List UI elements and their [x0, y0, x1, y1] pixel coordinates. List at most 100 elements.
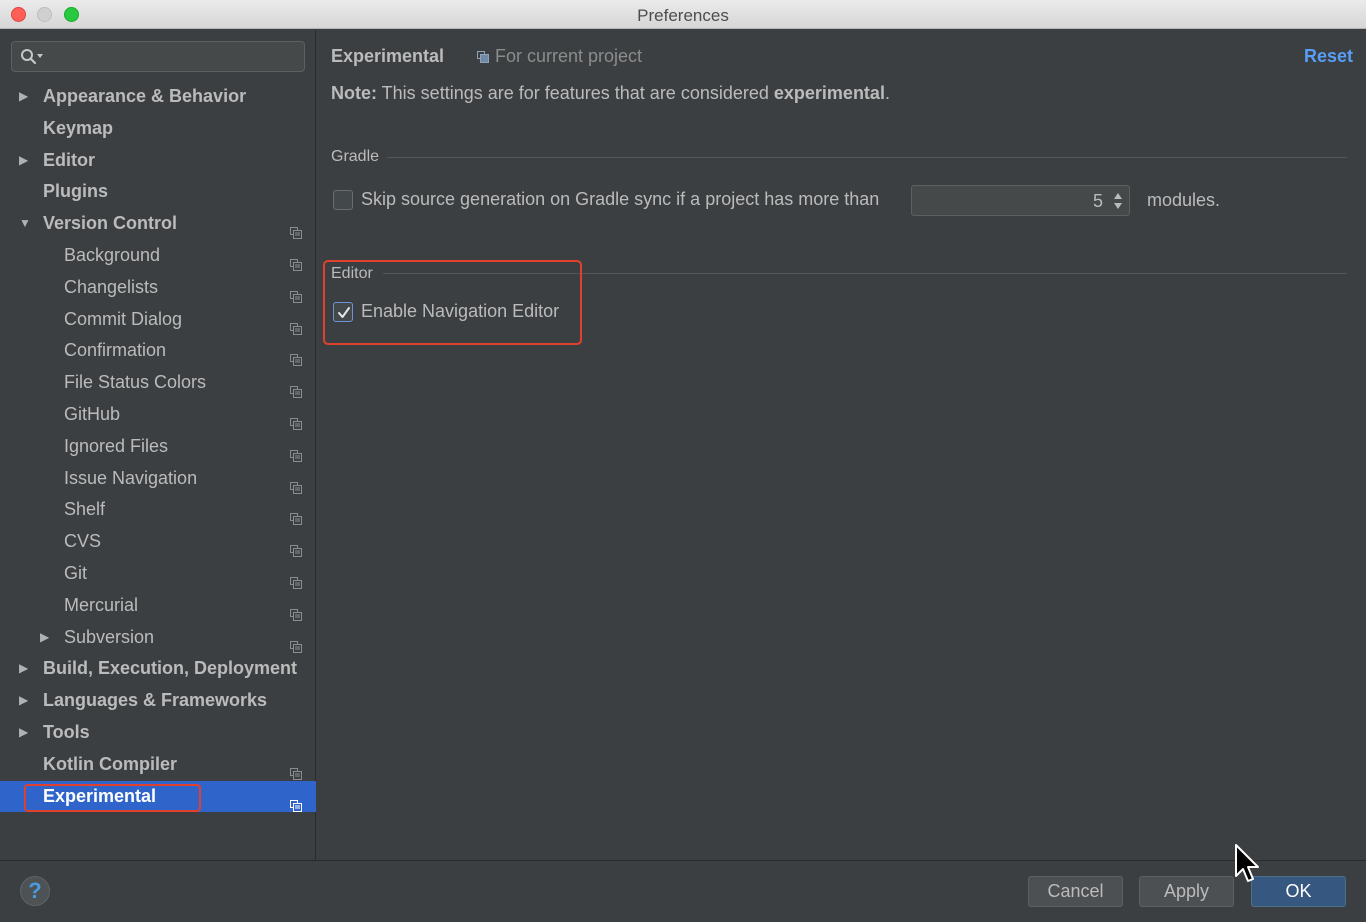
project-scope-icon	[290, 568, 302, 589]
reset-link[interactable]: Reset	[1304, 46, 1353, 67]
skip-source-generation-checkbox[interactable]	[333, 190, 353, 210]
sidebar-item-version-control[interactable]: ▼ Version Control	[0, 208, 316, 240]
sidebar-item-label: CVS	[64, 531, 102, 552]
project-scope-icon	[290, 632, 302, 653]
experimental-note: Note: This settings are for features tha…	[331, 83, 890, 104]
settings-search-input[interactable]	[11, 41, 305, 72]
sidebar-item-label: Appearance & Behavior	[43, 86, 247, 106]
expand-arrow-right-icon[interactable]: ▶	[19, 685, 35, 717]
title-bar: Preferences	[0, 0, 1366, 29]
spinner-arrows-icon[interactable]	[1112, 190, 1124, 212]
note-text: This settings are for features that are …	[377, 83, 774, 103]
sidebar-item-git[interactable]: Git	[0, 558, 316, 590]
sidebar-item-label: Ignored Files	[64, 435, 169, 456]
mouse-pointer-icon	[1235, 844, 1259, 882]
sidebar-item-keymap[interactable]: Keymap	[0, 113, 316, 145]
scope-label: For current project	[495, 46, 643, 66]
project-scope-icon	[290, 791, 302, 812]
sidebar-item-label: Kotlin Compiler	[43, 753, 177, 774]
sidebar-item-github[interactable]: GitHub	[0, 399, 316, 431]
sidebar-item-tools[interactable]: ▶ Tools	[0, 717, 316, 749]
project-scope-icon	[290, 314, 302, 335]
settings-content: Experimental For current project Reset N…	[317, 30, 1366, 860]
sidebar-item-kotlin-compiler[interactable]: Kotlin Compiler	[0, 749, 316, 781]
sidebar-item-label: Shelf	[64, 499, 106, 520]
gradle-group-title: Gradle	[331, 148, 380, 165]
settings-sidebar: ▶ Appearance & Behavior Keymap ▶ Editor Plugi…	[0, 30, 316, 860]
sidebar-item-label: Background	[64, 244, 161, 265]
cancel-button[interactable]: Cancel	[1028, 876, 1123, 907]
expand-arrow-right-icon[interactable]: ▶	[19, 653, 35, 685]
project-scope-icon	[290, 536, 302, 558]
sidebar-item-ignored-files[interactable]: Ignored Files	[0, 431, 316, 463]
sidebar-item-label: Issue Navigation	[64, 467, 198, 488]
project-scope-icon	[290, 441, 302, 462]
expand-arrow-right-icon[interactable]: ▶	[19, 81, 35, 113]
note-bold: experimental	[773, 83, 885, 103]
project-scope-icon	[290, 282, 302, 303]
sidebar-item-plugins[interactable]: Plugins	[0, 176, 316, 208]
gradle-group-divider	[387, 157, 1347, 158]
skip-source-generation-label[interactable]: Skip source generation on Gradle sync if…	[361, 189, 879, 210]
sidebar-item-label: Languages & Frameworks	[43, 690, 268, 711]
sidebar-item-issue-navigation[interactable]: Issue Navigation	[0, 463, 316, 495]
modules-suffix-label: modules.	[1147, 190, 1221, 210]
sidebar-item-label: Tools	[43, 721, 90, 742]
sidebar-item-label: Version Control	[43, 213, 178, 234]
expand-arrow-down-icon[interactable]: ▼	[19, 208, 35, 240]
sidebar-item-subversion[interactable]: ▶ Subversion	[0, 622, 316, 654]
sidebar-item-label: Mercurial	[64, 594, 139, 615]
sidebar-item-commit-dialog[interactable]: Commit Dialog	[0, 304, 316, 336]
sidebar-item-editor[interactable]: ▶ Editor	[0, 145, 316, 177]
expand-arrow-right-icon[interactable]: ▶	[19, 717, 35, 749]
sidebar-item-build-execution-deployment[interactable]: ▶ Build, Execution, Deployment	[0, 653, 316, 685]
project-scope-icon	[290, 409, 302, 430]
sidebar-item-file-status-colors[interactable]: File Status Colors	[0, 367, 316, 399]
project-scope-icon	[290, 250, 302, 271]
sidebar-item-label: Changelists	[64, 276, 159, 297]
sidebar-item-shelf[interactable]: Shelf	[0, 494, 316, 526]
project-scope-icon	[290, 600, 302, 621]
sidebar-item-experimental[interactable]: Experimental	[0, 780, 316, 813]
highlight-annotation-box	[323, 260, 582, 345]
selection-highlight-box	[24, 783, 201, 812]
project-scope-icon	[477, 51, 489, 63]
sidebar-item-label: Confirmation	[64, 340, 167, 361]
sidebar-item-label: File Status Colors	[64, 372, 207, 393]
sidebar-item-appearance-behavior[interactable]: ▶ Appearance & Behavior	[0, 81, 316, 113]
project-scope-icon	[290, 759, 302, 780]
scope-indicator: For current project	[477, 46, 642, 67]
sidebar-item-cvs[interactable]: CVS	[0, 526, 316, 558]
sidebar-item-label: GitHub	[64, 403, 121, 424]
sidebar-item-confirmation[interactable]: Confirmation	[0, 335, 316, 367]
search-icon	[21, 49, 43, 65]
window-title: Preferences	[637, 6, 729, 25]
project-scope-icon	[290, 218, 302, 240]
sidebar-item-label: Commit Dialog	[64, 308, 183, 329]
sidebar-item-label: Editor	[43, 149, 95, 170]
sidebar-item-label: Plugins	[43, 181, 109, 202]
ok-button[interactable]: OK	[1251, 876, 1346, 907]
project-scope-icon	[290, 473, 302, 494]
dialog-footer: ? Cancel Apply OK	[0, 860, 1366, 922]
note-prefix: Note:	[331, 83, 377, 103]
settings-tree: ▶ Appearance & Behavior Keymap ▶ Editor Plugi…	[0, 81, 316, 813]
sidebar-item-mercurial[interactable]: Mercurial	[0, 590, 316, 622]
sidebar-item-changelists[interactable]: Changelists	[0, 272, 316, 304]
sidebar-item-background[interactable]: Background	[0, 240, 316, 272]
sidebar-item-label: Subversion	[64, 626, 155, 647]
modules-count-spinner[interactable]: 5	[911, 185, 1130, 216]
expand-arrow-right-icon[interactable]: ▶	[19, 145, 35, 177]
project-scope-icon	[290, 504, 302, 526]
sidebar-item-label: Keymap	[43, 117, 114, 138]
apply-button[interactable]: Apply	[1139, 876, 1234, 907]
sidebar-item-label: Build, Execution, Deployment	[43, 658, 298, 679]
sidebar-item-languages-frameworks[interactable]: ▶ Languages & Frameworks	[0, 685, 316, 717]
project-scope-icon	[290, 377, 302, 399]
note-suffix: .	[884, 83, 890, 103]
help-button[interactable]: ?	[20, 876, 50, 906]
project-scope-icon	[290, 345, 302, 367]
expand-arrow-right-icon[interactable]: ▶	[40, 622, 56, 654]
modules-count-value: 5	[1092, 191, 1103, 211]
page-title: Experimental	[331, 46, 445, 66]
